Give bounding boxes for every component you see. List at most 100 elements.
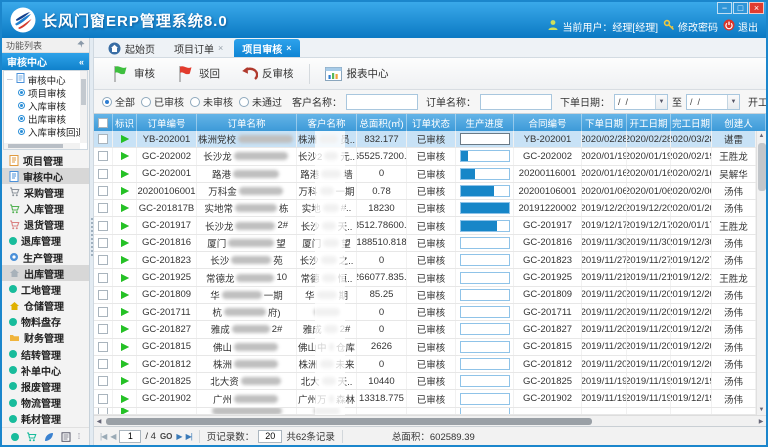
next-page-button[interactable]: ▶ [176, 432, 181, 441]
table-row-5[interactable]: GC-201917长沙龙2#长沙天..8512.78600..已审核GC-201… [94, 217, 756, 234]
order-name-input[interactable] [480, 94, 552, 110]
order-date-to-dropdown[interactable]: ▼ [727, 95, 739, 109]
row-checkbox[interactable] [98, 134, 108, 144]
table-row-9[interactable]: GC-201809华一期华期85.25已审核GC-2018092019/11/2… [94, 287, 756, 304]
tree-item-1[interactable]: 入库审核 [7, 99, 87, 112]
column-header-4[interactable]: 客户名称 [297, 114, 357, 131]
sidebar-module-3[interactable]: 入库管理 [2, 201, 89, 217]
tab-close-icon[interactable]: × [286, 43, 291, 53]
table-row-10[interactable]: GC-201711杭府)0已审核GC-2017112019/11/202019/… [94, 304, 756, 321]
row-checkbox[interactable] [98, 342, 108, 352]
leaf-icon[interactable] [44, 432, 54, 442]
filter-radio-2[interactable]: 未审核 [190, 94, 233, 109]
row-checkbox[interactable] [98, 186, 108, 196]
page-size-input[interactable] [258, 430, 282, 443]
pin-icon[interactable] [77, 40, 85, 50]
sidebar-module-10[interactable]: 物料盘存 [2, 314, 89, 330]
sidebar-module-4[interactable]: 退货管理 [2, 217, 89, 233]
sidebar-module-9[interactable]: 仓储管理 [2, 298, 89, 314]
sidebar-module-12[interactable]: 结转管理 [2, 346, 89, 362]
column-header-12[interactable]: 创建人 [712, 114, 766, 131]
cart-icon[interactable] [26, 432, 37, 442]
maximize-button[interactable]: □ [733, 2, 748, 14]
column-header-10[interactable]: 开工日期 [627, 114, 671, 131]
table-row-0[interactable]: YB-202001株洲党校株洲员..832.177已审核YB-202001202… [94, 131, 756, 148]
tab-1[interactable]: 项目订单× [166, 39, 231, 57]
scroll-down-icon[interactable]: ▼ [759, 405, 765, 415]
column-header-3[interactable]: 订单名称 [197, 114, 297, 131]
grid-vertical-scrollbar[interactable]: ▲ ▼ [756, 131, 766, 415]
row-checkbox[interactable] [98, 376, 108, 386]
scroll-up-icon[interactable]: ▲ [759, 131, 765, 141]
tree-item-0[interactable]: 项目审核 [7, 86, 87, 99]
row-checkbox[interactable] [98, 238, 108, 248]
toolbar-button-2[interactable]: 反审核 [232, 63, 302, 85]
column-header-11[interactable]: 完工日期 [671, 114, 712, 131]
row-checkbox[interactable] [98, 151, 108, 161]
tree-vertical-scrollbar[interactable] [80, 71, 87, 143]
table-row-16[interactable] [94, 408, 756, 415]
minimize-button[interactable]: − [717, 2, 732, 14]
row-checkbox[interactable] [98, 408, 108, 414]
table-row-4[interactable]: GC-201817B实地常栋实地#..18230已审核2019122000220… [94, 200, 756, 217]
table-row-14[interactable]: GC-201825北大资北大天..10440已审核GC-2018252019/1… [94, 373, 756, 390]
sidebar-module-1[interactable]: 审核中心 [2, 168, 89, 184]
row-checkbox[interactable] [98, 273, 108, 283]
filter-radio-1[interactable]: 已审核 [141, 94, 184, 109]
logout-button[interactable]: 退出 [723, 19, 758, 34]
row-checkbox[interactable] [98, 221, 108, 231]
customer-name-input[interactable] [346, 94, 418, 110]
column-header-9[interactable]: 下单日期 [582, 114, 627, 131]
order-date-from-input[interactable] [615, 95, 655, 109]
sidebar-active-header[interactable]: 审核中心 « [2, 53, 89, 70]
scroll-right-icon[interactable]: ▶ [756, 418, 766, 425]
horizontal-scroll-thumb[interactable] [106, 418, 592, 425]
table-row-13[interactable]: GC-201812株洲株洲未来0已审核GC-2018122019/11/2020… [94, 356, 756, 373]
tab-0[interactable]: 起始页 [100, 39, 163, 57]
table-row-11[interactable]: GC-201827雅成2#雅成2#0已审核GC-2018272019/11/20… [94, 321, 756, 338]
sidebar-module-14[interactable]: 报废管理 [2, 378, 89, 394]
sidebar-module-5[interactable]: 退库管理 [2, 233, 89, 249]
tab-close-icon[interactable]: × [218, 43, 223, 53]
row-checkbox[interactable] [98, 255, 108, 265]
collapse-icon[interactable]: « [79, 57, 84, 67]
row-checkbox[interactable] [98, 290, 108, 300]
sidebar-module-8[interactable]: 工地管理 [2, 281, 89, 297]
sidebar-module-13[interactable]: 补单中心 [2, 362, 89, 378]
sidebar-module-11[interactable]: 财务管理 [2, 330, 89, 346]
printer-icon[interactable] [61, 432, 71, 442]
table-row-3[interactable]: 20200106001万科金万科一期0.78已审核202001060012020… [94, 183, 756, 200]
column-header-0[interactable] [94, 114, 113, 131]
vertical-scroll-thumb[interactable] [758, 143, 766, 191]
row-checkbox[interactable] [98, 394, 108, 404]
table-row-12[interactable]: GC-201815佛山佛山中仓库2626已审核GC-2018152019/11/… [94, 339, 756, 356]
sidebar-module-7[interactable]: 出库管理 [2, 265, 89, 281]
toolbar-button-1[interactable]: 驳回 [167, 61, 228, 86]
more-icon[interactable]: ⁞ [78, 433, 80, 441]
tab-2[interactable]: 项目审核× [234, 39, 299, 57]
prev-page-button[interactable]: ◀ [110, 432, 115, 441]
filter-radio-0[interactable]: 全部 [102, 94, 135, 109]
close-button[interactable]: × [749, 2, 764, 14]
column-header-1[interactable]: 标识 [113, 114, 137, 131]
row-checkbox[interactable] [98, 324, 108, 334]
tree-root[interactable]: ─ 审核中心 [7, 73, 87, 86]
change-password-button[interactable]: 修改密码 [663, 19, 718, 34]
table-row-8[interactable]: GC-201925常德龙10常德恒..266077.835..已审核GC-201… [94, 269, 756, 286]
table-row-7[interactable]: GC-201823长沙苑长沙之..0已审核GC-2018232019/11/27… [94, 252, 756, 269]
row-checkbox[interactable] [98, 169, 108, 179]
row-checkbox[interactable] [98, 203, 108, 213]
last-page-button[interactable]: ▶| [186, 432, 192, 441]
table-row-15[interactable]: GC-201902广州广州万森林13318.775已审核GC-201902201… [94, 390, 756, 407]
sidebar-module-15[interactable]: 物流管理 [2, 395, 89, 411]
grid-horizontal-scrollbar[interactable]: ◀ ▶ [94, 415, 766, 426]
tree-item-3[interactable]: 入库审核回退 [7, 125, 87, 138]
tree-item-2[interactable]: 出库审核 [7, 112, 87, 125]
dot-icon[interactable] [11, 433, 19, 441]
sidebar-module-2[interactable]: 采购管理 [2, 184, 89, 200]
row-checkbox[interactable] [98, 307, 108, 317]
column-header-6[interactable]: 订单状态 [407, 114, 456, 131]
column-header-5[interactable]: 总面积(㎡) [357, 114, 407, 131]
sidebar-module-6[interactable]: 生产管理 [2, 249, 89, 265]
sidebar-module-0[interactable]: 项目管理 [2, 152, 89, 168]
